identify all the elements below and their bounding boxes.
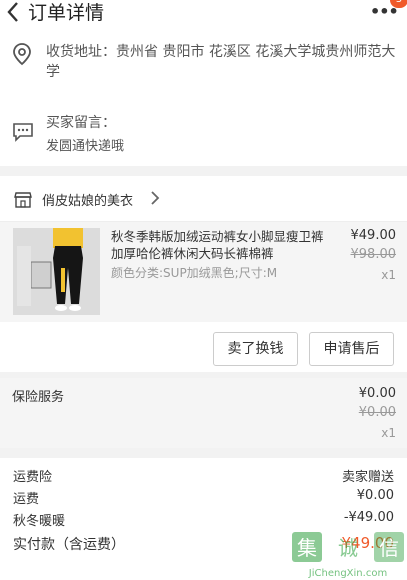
product-price: ¥49.00 — [350, 228, 397, 243]
svg-text:信: 信 — [379, 536, 399, 560]
summary-row-label: 运费 — [13, 492, 40, 507]
product-thumbnail — [13, 228, 100, 315]
location-pin-icon — [13, 43, 31, 66]
insurance-quantity: x1 — [381, 426, 396, 440]
product-title: 秋冬季韩版加绒运动裤女小脚显瘦卫裤加厚哈伦裤休闲大码长裤棉裤 — [111, 229, 324, 261]
svg-text:集: 集 — [297, 536, 317, 560]
total-paid-label: 实付款（含运费） — [13, 537, 125, 553]
svg-text:诚: 诚 — [338, 536, 358, 560]
sell-button[interactable]: 卖了换钱 — [213, 332, 298, 366]
insurance-label: 保险服务 — [12, 390, 65, 405]
summary-row-value: 卖家赠送 — [341, 470, 394, 485]
product-item[interactable]: 秋冬季韩版加绒运动裤女小脚显瘦卫裤加厚哈伦裤休闲大码长裤棉裤 颜色分类:SUP加… — [0, 222, 407, 322]
summary-row-value: ¥0.00 — [356, 488, 394, 503]
summary-row: 秋冬暖暖 -¥49.00 — [13, 510, 394, 529]
summary-row-label: 秋冬暖暖 — [13, 514, 66, 529]
top-bar: 订单详情 ••• 5 — [0, 0, 407, 28]
product-original-price: ¥98.00 — [350, 247, 397, 262]
buyer-message-text: 发圆通快递哦 — [46, 139, 125, 154]
back-arrow-icon[interactable] — [4, 0, 22, 24]
product-sku: 颜色分类:SUP加绒黑色;尺寸:M — [111, 266, 278, 280]
shop-name: 俏皮姑娘的美衣 — [42, 194, 134, 209]
summary-row: 运费 ¥0.00 — [13, 488, 394, 507]
product-quantity: x1 — [381, 268, 396, 282]
after-sale-button[interactable]: 申请售后 — [309, 332, 394, 366]
summary-row-label: 运费险 — [13, 470, 53, 485]
summary-row: 运费险 卖家赠送 — [13, 466, 394, 485]
page-title: 订单详情 — [28, 2, 105, 24]
shop-header[interactable]: 俏皮姑娘的美衣 — [0, 176, 407, 222]
insurance-original-price: ¥0.00 — [358, 405, 396, 420]
buyer-message-label: 买家留言： — [46, 115, 116, 131]
insurance-price: ¥0.00 — [358, 386, 396, 401]
shipping-address: 收货地址：贵州省 贵阳市 花溪区 花溪大学城贵州师范大学 — [46, 44, 396, 80]
message-icon — [13, 123, 33, 142]
svg-text:JiChengXin.com: JiChengXin.com — [308, 568, 387, 579]
order-actions: 卖了换钱 申请售后 — [0, 322, 407, 372]
insurance-item: 保险服务 ¥0.00 ¥0.00 x1 — [0, 378, 407, 448]
address-section: 收货地址：贵州省 贵阳市 花溪区 花溪大学城贵州师范大学 买家留言： 发圆通快递… — [0, 28, 407, 166]
shop-icon — [14, 192, 32, 208]
watermark-logo: 集 信 诚 JiChengXin.com — [290, 528, 407, 580]
summary-row-value: -¥49.00 — [343, 510, 394, 525]
chevron-right-icon — [151, 191, 160, 205]
